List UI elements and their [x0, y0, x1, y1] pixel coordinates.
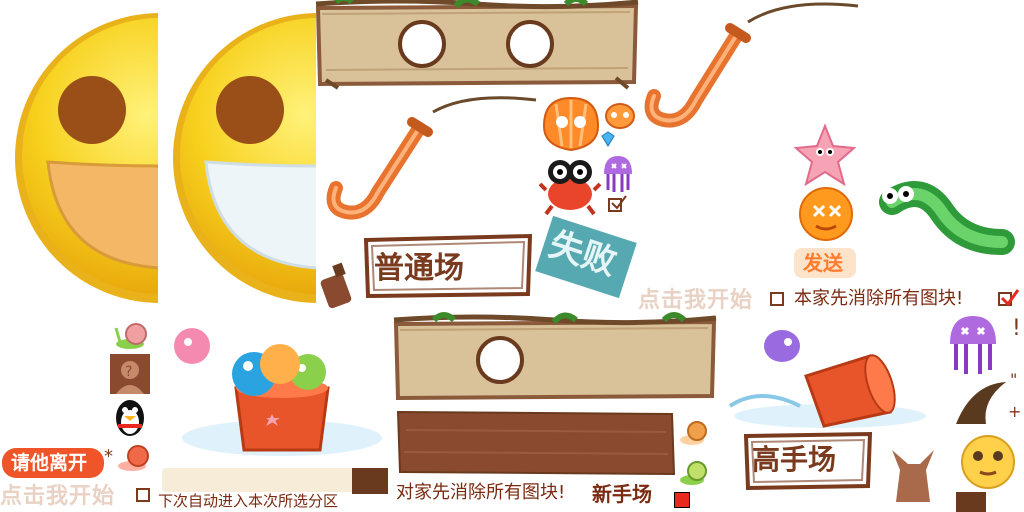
fox-icon [886, 446, 940, 502]
walking-cane-icon [318, 92, 540, 222]
checkbox-icon-start-2[interactable] [136, 488, 150, 502]
smiley-face-icon-large [0, 0, 158, 312]
fail-stamp: 失败 [530, 209, 643, 305]
wooden-board-icon-one-hole [393, 312, 717, 404]
pufferfish-icon [956, 432, 1020, 490]
checkmark-icon [610, 194, 628, 212]
expert-room-label: 高手场 [752, 443, 837, 476]
starfish-icon [793, 123, 857, 187]
small-shell-icon [604, 102, 636, 130]
orange-fish-icon [796, 184, 858, 246]
exclaim-mark: ! [1012, 316, 1021, 341]
snail-icon-3 [678, 418, 708, 446]
question-avatar-icon: ? [110, 354, 150, 394]
moon-icon [952, 380, 1010, 428]
newbie-room-label[interactable]: 新手场 [592, 484, 652, 504]
green-worm-icon [872, 172, 1015, 264]
wooden-plank-dark [396, 408, 676, 478]
qq-penguin-icon [110, 396, 150, 438]
brown-swatch [352, 468, 388, 494]
auto-enter-option[interactable]: 下次自动进入本次所选分区 [158, 494, 338, 509]
small-avatar-icon [674, 492, 690, 508]
scribble-bar [162, 468, 354, 492]
checkbox-icon-start[interactable] [770, 292, 784, 306]
jellyfish-icon-small [600, 154, 636, 194]
normal-room-stamp[interactable]: 普通场 [362, 232, 534, 300]
tipped-bucket-icon [720, 336, 930, 432]
shell-icon [540, 94, 602, 154]
snail-icon-2 [116, 442, 150, 472]
gem-icon [600, 131, 616, 147]
checkmark-icon-red [1000, 288, 1020, 308]
opponent-clear-all-message: 对家先消除所有图块! [396, 482, 566, 503]
star-mark: * [104, 446, 113, 467]
snail-icon [114, 318, 150, 350]
plus-mark: + [1008, 402, 1022, 421]
wooden-board-icon-two-holes [315, 0, 639, 90]
crab-icon [538, 154, 602, 216]
click-start-prompt-2[interactable]: 点击我开始 [0, 486, 115, 508]
bucket-scene-icon [162, 318, 394, 466]
walking-cane-icon-alt [636, 0, 860, 130]
click-start-prompt[interactable]: 点击我开始 [638, 290, 753, 312]
brown-swatch-2 [956, 492, 986, 512]
ask-leave-button[interactable]: 请他离开 [2, 448, 104, 478]
quote-mark: " [1010, 370, 1018, 389]
normal-room-label: 普通场 [374, 251, 464, 286]
jellyfish-icon-large [946, 314, 1000, 376]
expert-room-stamp[interactable]: 高手场 [742, 430, 874, 492]
send-label: 发送 [803, 251, 843, 275]
ask-leave-label: 请他离开 [11, 452, 88, 474]
smiley-face-icon-large-alt [158, 0, 316, 312]
self-clear-all-message: 本家先消除所有图块! [794, 288, 964, 309]
snail-icon-4 [678, 458, 708, 486]
send-button[interactable]: 发送 [794, 248, 856, 278]
bottle-icon [318, 262, 358, 309]
svg-text:?: ? [125, 364, 132, 380]
